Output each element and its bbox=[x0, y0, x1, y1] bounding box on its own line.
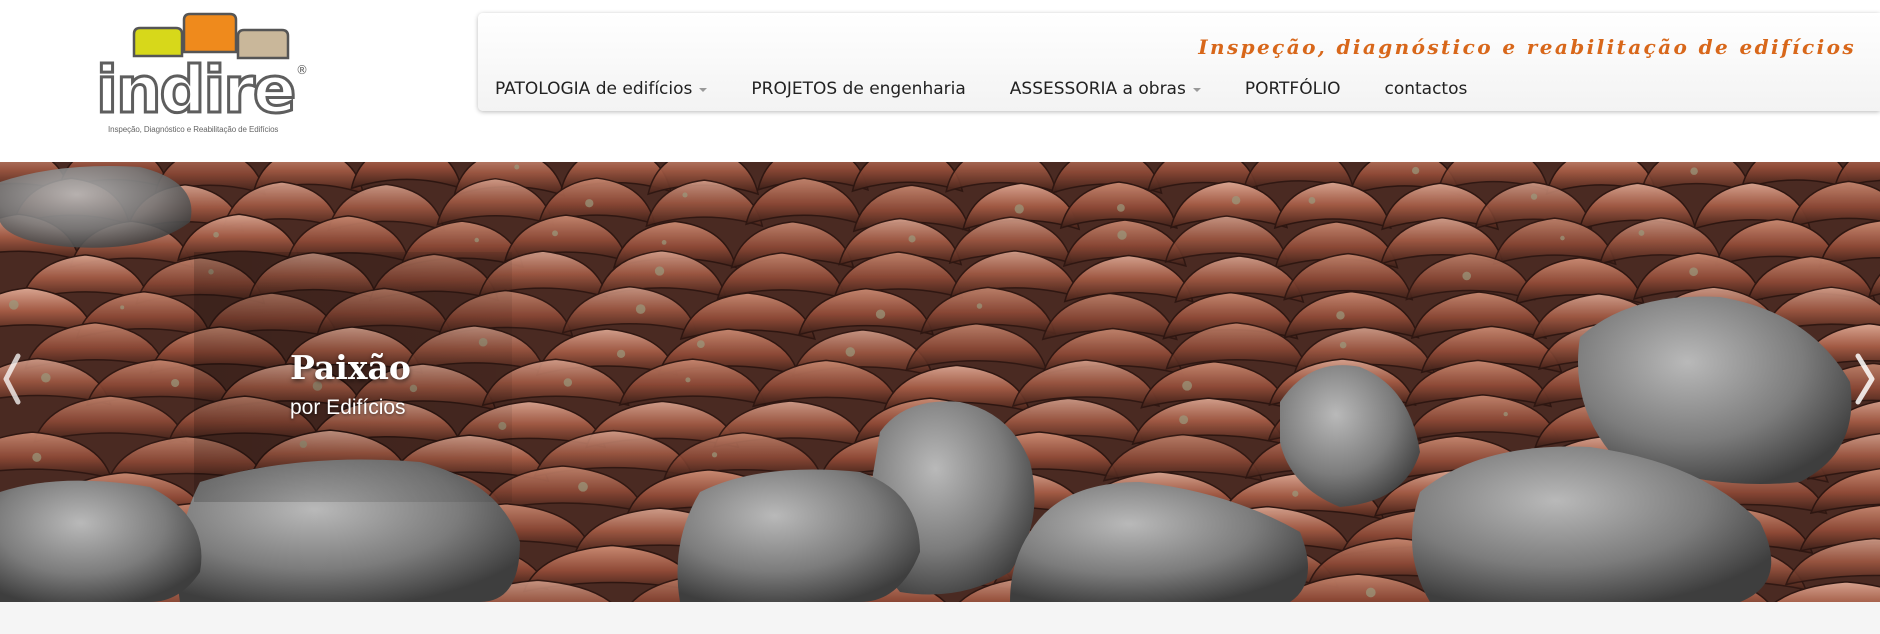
nav-item-label: PORTFÓLIO bbox=[1244, 79, 1341, 99]
hero-subtitle: por Edifícios bbox=[290, 396, 406, 419]
nav-item-label: ASSESSORIA a obras bbox=[1009, 79, 1186, 99]
nav-item-label: contactos bbox=[1384, 79, 1468, 99]
header-bar: Inspeção, diagnóstico e reabilitação de … bbox=[478, 13, 1880, 111]
carousel-prev-button[interactable] bbox=[0, 344, 34, 414]
carousel-next-button[interactable] bbox=[1846, 344, 1880, 414]
logo-registered: ® bbox=[296, 63, 308, 77]
chevron-right-icon bbox=[1855, 353, 1875, 405]
logo-tagline: Inspeção, Diagnóstico e Reabilitação de … bbox=[108, 125, 279, 134]
brand-logo[interactable]: indire ® Inspeção, Diagnóstico e Reabili… bbox=[96, 12, 326, 142]
main-nav: PATOLOGIA de edifícios PROJETOS de engen… bbox=[495, 79, 1467, 99]
content-area-top bbox=[0, 602, 1880, 634]
nav-item-projetos[interactable]: PROJETOS de engenharia bbox=[751, 79, 965, 99]
nav-item-assessoria[interactable]: ASSESSORIA a obras bbox=[1010, 79, 1201, 99]
caret-down-icon bbox=[699, 88, 708, 92]
logo-wordmark: indire bbox=[96, 54, 294, 122]
header-tagline: Inspeção, diagnóstico e reabilitação de … bbox=[1198, 35, 1856, 59]
nav-item-label: PROJETOS de engenharia bbox=[751, 79, 966, 99]
page: indire ® Inspeção, Diagnóstico e Reabili… bbox=[0, 0, 1880, 634]
nav-item-contactos[interactable]: contactos bbox=[1384, 79, 1467, 99]
hero-carousel: Paixão por Edifícios bbox=[0, 162, 1880, 602]
nav-item-patologia[interactable]: PATOLOGIA de edifícios bbox=[495, 79, 708, 99]
chevron-left-icon bbox=[3, 353, 21, 405]
nav-item-label: PATOLOGIA de edifícios bbox=[495, 79, 693, 99]
caret-down-icon bbox=[1192, 88, 1201, 92]
logo-mark: indire ® bbox=[96, 12, 308, 122]
nav-item-portfolio[interactable]: PORTFÓLIO bbox=[1245, 79, 1341, 99]
hero-title: Paixão bbox=[290, 348, 411, 387]
